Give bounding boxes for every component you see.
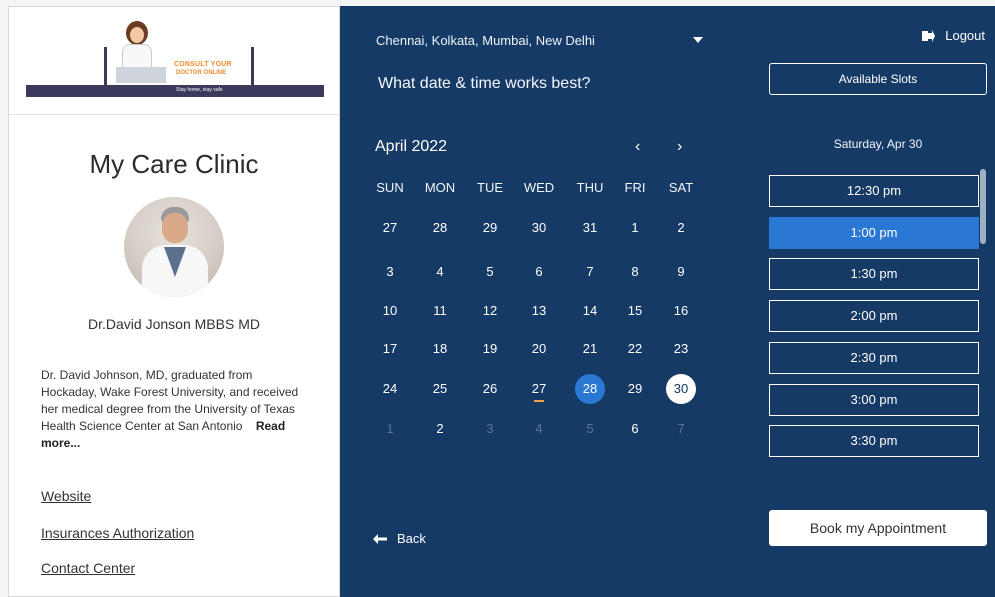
banner-divider [9, 114, 339, 115]
date-time-question: What date & time works best? [378, 75, 591, 92]
booking-widget: CONSULT YOUR DOCTOR ONLINE Stay home, st… [8, 6, 995, 597]
banner-strip [26, 85, 324, 97]
weekday-sun: SUN [376, 180, 404, 195]
calendar-day[interactable]: 2 [425, 414, 455, 444]
calendar-day[interactable]: 15 [620, 296, 650, 326]
time-slot[interactable]: 1:00 pm [769, 216, 979, 249]
calendar-day[interactable]: 30 [524, 213, 554, 243]
logout-icon [922, 29, 936, 42]
doctor-name: Dr.David Jonson MBBS MD [88, 316, 260, 332]
chevron-right-icon[interactable]: › [677, 138, 682, 156]
calendar-day[interactable]: 10 [375, 296, 405, 326]
calendar-day: 5 [586, 421, 594, 436]
doctor-bio: Dr. David Johnson, MD, graduated from Ho… [41, 367, 311, 452]
calendar-day[interactable]: 14 [575, 296, 605, 326]
calendar-day[interactable]: 3 [375, 257, 405, 287]
calendar-day[interactable]: 28 [425, 213, 455, 243]
calendar-day[interactable]: 5 [475, 257, 505, 287]
time-slot[interactable]: 3:30 pm [769, 425, 979, 458]
weekday-tue: TUE [477, 180, 503, 195]
calendar-day: 1 [386, 421, 394, 436]
book-appointment-button[interactable]: Book my Appointment [769, 510, 987, 546]
time-slot[interactable]: 2:00 pm [769, 300, 979, 333]
calendar-month: April 2022 [375, 138, 448, 155]
slot-scrollbar[interactable] [980, 169, 986, 244]
calendar-day[interactable]: 13 [524, 296, 554, 326]
calendar-day[interactable]: 29 [620, 374, 650, 404]
scheduler-panel: Chennai, Kolkata, Mumbai, New Delhi Logo… [340, 6, 995, 597]
calendar-day[interactable]: 27 [524, 374, 554, 404]
time-slot[interactable]: 12:30 pm [769, 175, 979, 207]
weekday-sat: SAT [668, 180, 694, 195]
calendar-day[interactable]: 23 [666, 334, 696, 364]
avatar-face [162, 213, 188, 243]
calendar-day[interactable]: 26 [475, 374, 505, 404]
available-slots-button[interactable]: Available Slots [769, 63, 987, 95]
location-select[interactable]: Chennai, Kolkata, Mumbai, New Delhi [376, 33, 595, 48]
calendar-day[interactable]: 28 [575, 374, 605, 404]
clinic-panel: CONSULT YOUR DOCTOR ONLINE Stay home, st… [8, 6, 340, 597]
logout-label: Logout [945, 28, 985, 43]
weekday-fri: FRI [624, 180, 646, 195]
calendar-day[interactable]: 29 [475, 213, 505, 243]
calendar-day[interactable]: 25 [425, 374, 455, 404]
logout-button[interactable]: Logout [922, 28, 985, 43]
weekday-mon: MON [424, 180, 456, 195]
chevron-left-icon[interactable]: ‹ [635, 138, 640, 156]
banner-line-1: CONSULT YOUR [174, 61, 232, 68]
calendar-day[interactable]: 9 [666, 257, 696, 287]
time-slot[interactable]: 1:30 pm [769, 258, 979, 291]
banner-line-2: DOCTOR ONLINE [176, 70, 227, 76]
calendar-day[interactable]: 4 [425, 257, 455, 287]
calendar-day: 4 [535, 421, 543, 436]
banner-laptop [116, 67, 166, 83]
calendar-day[interactable]: 31 [575, 213, 605, 243]
calendar-day[interactable]: 17 [375, 334, 405, 364]
calendar-day[interactable]: 20 [524, 334, 554, 364]
calendar-day[interactable]: 30 [666, 374, 696, 404]
doctor-avatar [124, 197, 224, 297]
calendar-day[interactable]: 24 [375, 374, 405, 404]
back-label: Back [397, 531, 426, 546]
calendar-day: 3 [486, 421, 494, 436]
calendar-day[interactable]: 8 [620, 257, 650, 287]
calendar-day[interactable]: 7 [575, 257, 605, 287]
consult-banner: CONSULT YOUR DOCTOR ONLINE Stay home, st… [24, 17, 324, 99]
time-slot[interactable]: 3:00 pm [769, 383, 979, 416]
calendar-day[interactable]: 21 [575, 334, 605, 364]
calendar-day[interactable]: 11 [425, 296, 455, 326]
arrow-left-icon [373, 533, 387, 544]
calendar-day[interactable]: 27 [375, 213, 405, 243]
weekday-thu: THU [576, 180, 604, 195]
calendar-day[interactable]: 19 [475, 334, 505, 364]
insurances-authorization-link[interactable]: Insurances Authorization [41, 525, 194, 541]
weekday-wed: WED [523, 180, 555, 195]
contact-center-link[interactable]: Contact Center [41, 560, 135, 576]
calendar-day: 7 [677, 421, 685, 436]
calendar-day[interactable]: 6 [620, 414, 650, 444]
clinic-name: My Care Clinic [89, 149, 259, 179]
calendar-day[interactable]: 2 [666, 213, 696, 243]
calendar-day[interactable]: 1 [620, 213, 650, 243]
website-link[interactable]: Website [41, 488, 91, 504]
calendar-day[interactable]: 22 [620, 334, 650, 364]
chevron-down-icon[interactable] [693, 37, 703, 43]
banner-line-3: Stay home, stay safe [176, 87, 223, 93]
calendar-day[interactable]: 6 [524, 257, 554, 287]
selected-date-heading: Saturday, Apr 30 [833, 137, 923, 151]
calendar-day[interactable]: 12 [475, 296, 505, 326]
time-slot[interactable]: 2:30 pm [769, 341, 979, 374]
calendar-day[interactable]: 16 [666, 296, 696, 326]
banner-doctor-face [130, 27, 144, 43]
back-button[interactable]: Back [373, 531, 426, 546]
calendar-day[interactable]: 18 [425, 334, 455, 364]
